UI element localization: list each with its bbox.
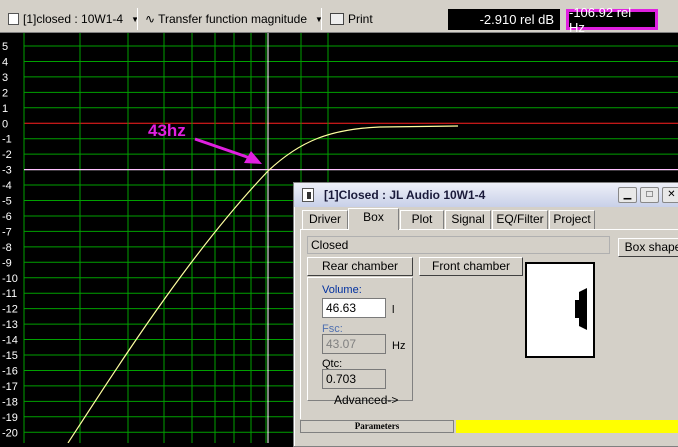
y-tick-label: -17 bbox=[2, 381, 18, 393]
y-tick-label: -18 bbox=[2, 396, 18, 408]
y-tick-label: -7 bbox=[2, 226, 12, 238]
close-button[interactable]: ✕ bbox=[662, 187, 678, 203]
view-select-value: Transfer function magnitude bbox=[158, 12, 308, 26]
volume-label: Volume: bbox=[322, 284, 362, 296]
y-tick-label: -8 bbox=[2, 242, 12, 254]
minimize-button[interactable]: ▁ bbox=[618, 187, 637, 203]
tab-eq-filter[interactable]: EQ/Filter bbox=[492, 210, 548, 229]
toolbar-divider bbox=[321, 8, 322, 30]
tab-plot[interactable]: Plot bbox=[400, 210, 444, 229]
y-tick-label: -1 bbox=[2, 134, 12, 146]
y-tick-label: -11 bbox=[2, 288, 17, 300]
y-tick-label: -16 bbox=[2, 365, 18, 377]
y-tick-label: 1 bbox=[2, 103, 8, 115]
maximize-icon: □ bbox=[646, 189, 653, 200]
maximize-button[interactable]: □ bbox=[640, 187, 659, 203]
view-select[interactable]: ∿ Transfer function magnitude ▼ bbox=[145, 9, 323, 29]
tab-driver[interactable]: Driver bbox=[302, 210, 348, 229]
tab-box[interactable]: Box bbox=[348, 208, 399, 230]
y-tick-label: 2 bbox=[2, 87, 8, 99]
box-shape-diagram bbox=[525, 262, 595, 358]
driver-select-icon bbox=[8, 13, 19, 25]
driver-select[interactable]: [1]closed : 10W1-4 ▼ bbox=[8, 9, 139, 29]
dialog-title-bar[interactable]: [1]Closed : JL Audio 10W1-4 ▁ □ ✕ bbox=[294, 183, 678, 207]
rear-chamber-panel: Volume: 46.63 l Fsc: 43.07 Hz Qtc: 0.703… bbox=[307, 277, 413, 407]
close-icon: ✕ bbox=[667, 189, 676, 200]
y-tick-label: 3 bbox=[2, 72, 8, 84]
y-tick-label: 0 bbox=[2, 118, 8, 130]
y-tick-label: 5 bbox=[2, 41, 8, 53]
y-tick-label: -4 bbox=[2, 180, 12, 192]
y-tick-label: -12 bbox=[2, 304, 18, 316]
y-tick-label: -14 bbox=[2, 335, 18, 347]
status-bar: Parameters bbox=[300, 420, 678, 433]
print-label: Print bbox=[348, 12, 373, 26]
y-tick-label: -2 bbox=[2, 149, 12, 161]
y-tick-label: -15 bbox=[2, 350, 18, 362]
y-tick-label: -5 bbox=[2, 196, 12, 208]
db-readout: -2.910 rel dB bbox=[448, 9, 560, 30]
box-shape-button[interactable]: Box shape bbox=[618, 238, 678, 257]
y-tick-label: 4 bbox=[2, 56, 8, 68]
volume-unit: l bbox=[392, 304, 395, 316]
status-parameters: Parameters bbox=[300, 420, 454, 433]
speaker-icon bbox=[302, 188, 314, 202]
print-button[interactable]: Print bbox=[330, 9, 373, 29]
y-tick-label: -9 bbox=[2, 257, 12, 269]
toolbar-divider bbox=[137, 8, 138, 30]
rear-chamber-button[interactable]: Rear chamber bbox=[307, 257, 413, 276]
wave-icon: ∿ bbox=[145, 12, 156, 26]
status-progress bbox=[456, 420, 678, 433]
dialog-title: [1]Closed : JL Audio 10W1-4 bbox=[324, 188, 486, 202]
tab-signal[interactable]: Signal bbox=[445, 210, 491, 229]
driver-select-value: [1]closed : 10W1-4 bbox=[23, 12, 124, 26]
volume-input[interactable]: 46.63 bbox=[322, 298, 386, 318]
speaker-driver-icon bbox=[575, 288, 587, 330]
box-type-field: Closed bbox=[307, 236, 610, 254]
y-tick-label: -10 bbox=[2, 273, 18, 285]
box-dialog: [1]Closed : JL Audio 10W1-4 ▁ □ ✕ Driver… bbox=[293, 182, 678, 447]
annotation-arrow-shaft bbox=[194, 137, 251, 160]
y-tick-label: -13 bbox=[2, 319, 18, 331]
printer-icon bbox=[330, 13, 344, 25]
front-chamber-button[interactable]: Front chamber bbox=[419, 257, 523, 276]
advanced-link[interactable]: Advanced-> bbox=[334, 393, 398, 407]
minimize-icon: ▁ bbox=[623, 189, 632, 200]
toolbar: [1]closed : 10W1-4 ▼ ∿ Transfer function… bbox=[0, 0, 678, 35]
fsc-unit: Hz bbox=[392, 340, 406, 352]
tab-project[interactable]: Project bbox=[549, 210, 595, 229]
y-tick-label: -6 bbox=[2, 211, 12, 223]
fsc-input: 43.07 bbox=[322, 334, 386, 354]
y-tick-label: -20 bbox=[2, 427, 18, 439]
qtc-value: 0.703 bbox=[322, 369, 386, 389]
box-tab-panel: Closed Box shape Rear chamber Front cham… bbox=[300, 229, 678, 419]
y-tick-label: -3 bbox=[2, 165, 12, 177]
y-tick-label: -19 bbox=[2, 412, 18, 424]
hz-readout: -106.92 rel Hz bbox=[566, 5, 658, 35]
annotation-label: 43hz bbox=[148, 121, 186, 140]
